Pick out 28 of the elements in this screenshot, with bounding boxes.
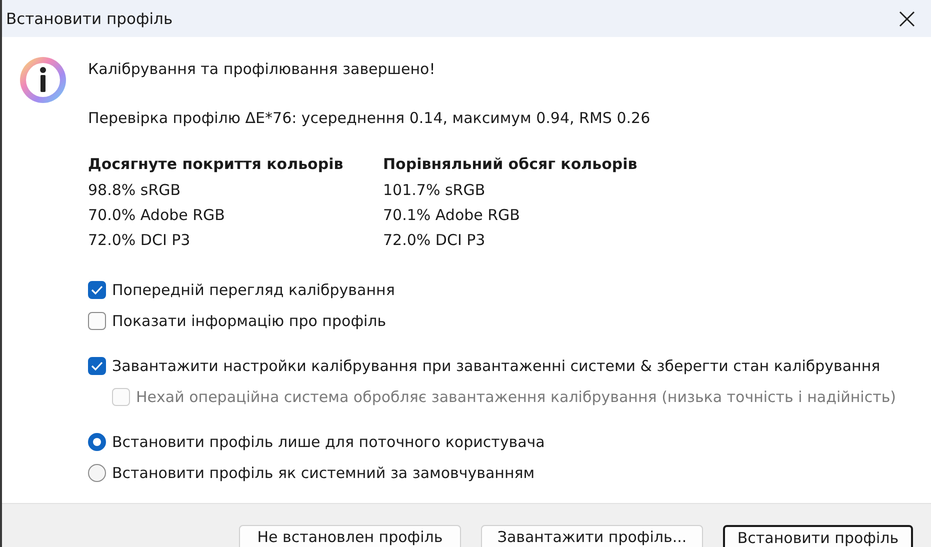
column-heading: Досягнуте покриття кольорів <box>88 155 344 173</box>
option-label: Нехай операційна система обробляє завантаження калібрування (низька точність і надійність) <box>136 388 896 406</box>
gamut-value: 72.0% DCI P3 <box>88 231 192 249</box>
checkbox[interactable] <box>88 357 106 375</box>
check-icon <box>91 285 103 295</box>
dialog-button[interactable]: Завантажити профіль... <box>481 525 703 547</box>
option-label: Встановити профіль лише для поточного користувача <box>112 433 545 451</box>
checkbox[interactable] <box>88 281 106 299</box>
gamut-value: 72.0% DCI P3 <box>383 231 486 249</box>
column-heading: Порівняльний обсяг кольорів <box>383 155 638 173</box>
radio-button[interactable] <box>88 433 106 451</box>
option-label: Встановити профіль як системний за замовчуванням <box>112 464 535 482</box>
checkbox[interactable] <box>88 312 106 330</box>
option-label: Завантажити настройки калібрування при завантаженні системи & зберегти стан калібрування <box>112 357 880 375</box>
dialog-button[interactable]: Встановити профіль <box>723 525 913 547</box>
dialog-button[interactable]: Не встановлен профіль <box>239 525 461 547</box>
gamut-value: 101.7% sRGB <box>383 181 486 199</box>
option-label: Попередній перегляд калібрування <box>112 281 395 299</box>
check-icon <box>91 361 103 371</box>
verification-text: Перевірка профілю ΔE*76: усереднення 0.14, максимум 0.94, RMS 0.26 <box>88 109 652 127</box>
message-heading: Калібрування та профілювання завершено! <box>88 60 436 78</box>
gamut-value: 70.1% Adobe RGB <box>383 206 521 224</box>
window-title: Встановити профіль <box>6 10 173 28</box>
radio-button[interactable] <box>88 464 106 482</box>
gamut-value: 70.0% Adobe RGB <box>88 206 226 224</box>
option-label: Показати інформацію про профіль <box>112 312 386 330</box>
info-icon <box>18 55 68 105</box>
gamut-value: 98.8% sRGB <box>88 181 182 199</box>
